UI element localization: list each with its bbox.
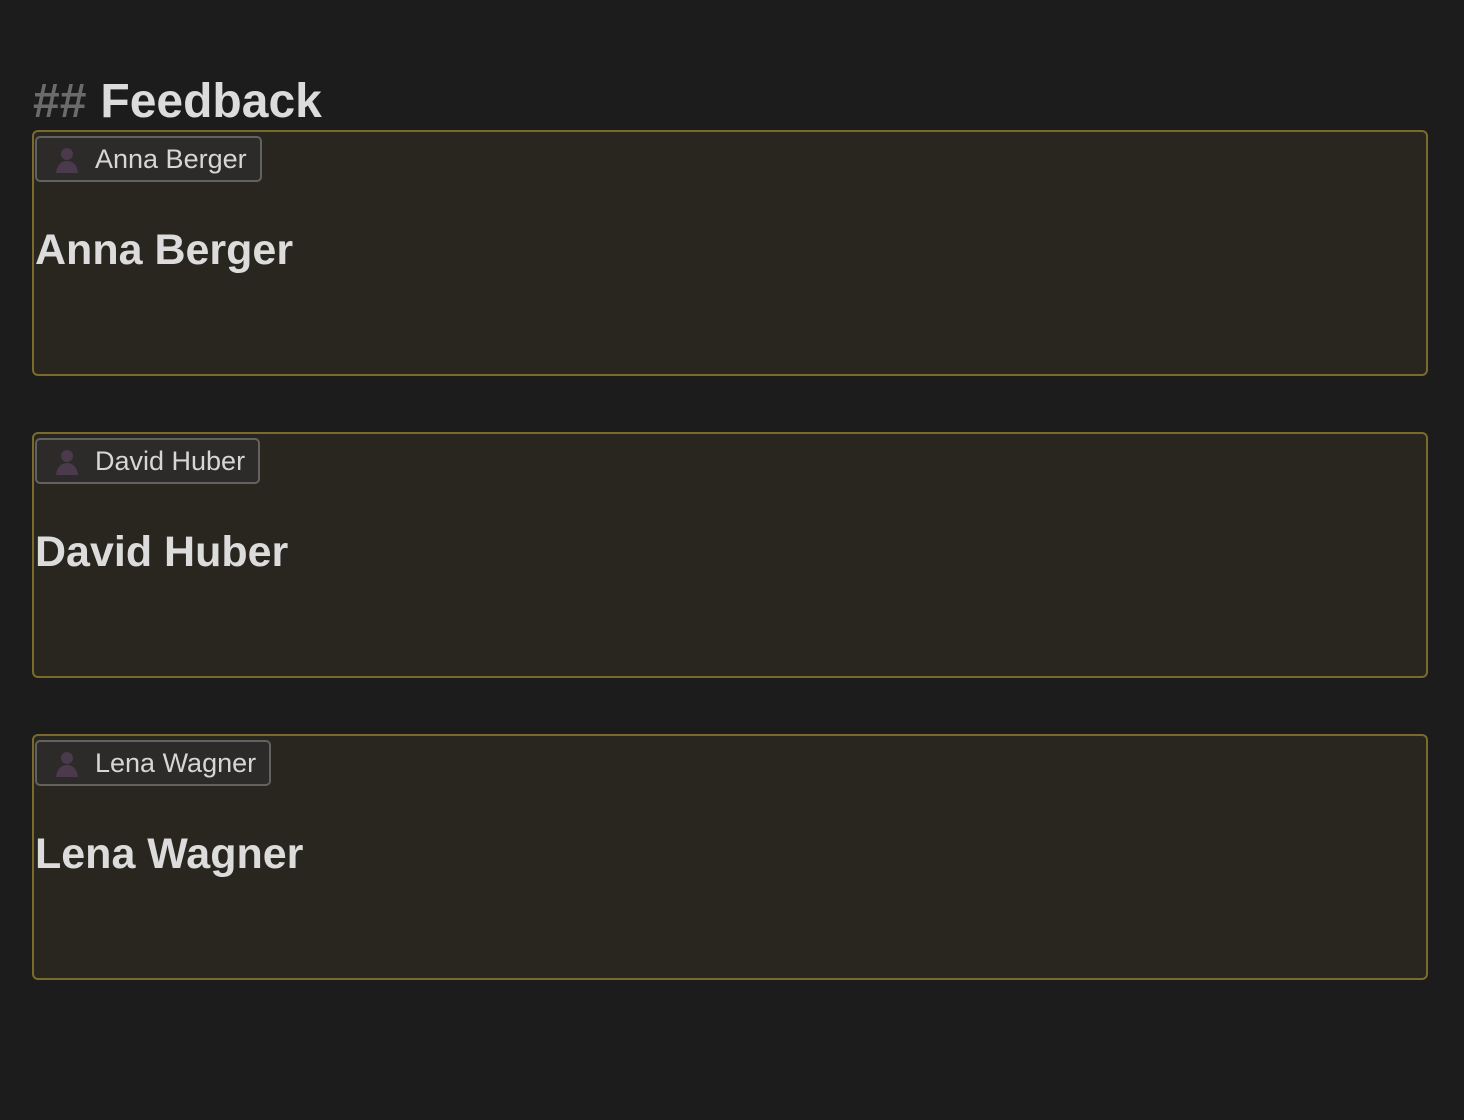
chip-label: Lena Wagner [95, 747, 257, 778]
page: ## Feedback Anna Berger Anna Berger Davi… [0, 0, 1464, 1120]
person-link-chip[interactable]: David Huber [35, 438, 261, 484]
person-icon [51, 143, 83, 175]
person-link-chip[interactable]: Anna Berger [35, 136, 262, 182]
person-icon [51, 747, 83, 779]
card-title: Lena Wagner [35, 830, 304, 878]
card-title: Anna Berger [35, 226, 294, 274]
heading-title: Feedback [100, 75, 322, 128]
person-link-chip[interactable]: Lena Wagner [35, 740, 272, 786]
chip-label: Anna Berger [95, 143, 247, 174]
section-heading: ## Feedback [33, 74, 322, 130]
feedback-card-anna-berger: Anna Berger Anna Berger [32, 130, 1428, 376]
person-icon [51, 445, 83, 477]
feedback-card-david-huber: David Huber David Huber [32, 432, 1428, 678]
feedback-card-lena-wagner: Lena Wagner Lena Wagner [32, 734, 1428, 980]
card-title: David Huber [35, 528, 289, 576]
chip-label: David Huber [95, 445, 246, 476]
heading-marker: ## [33, 75, 87, 128]
